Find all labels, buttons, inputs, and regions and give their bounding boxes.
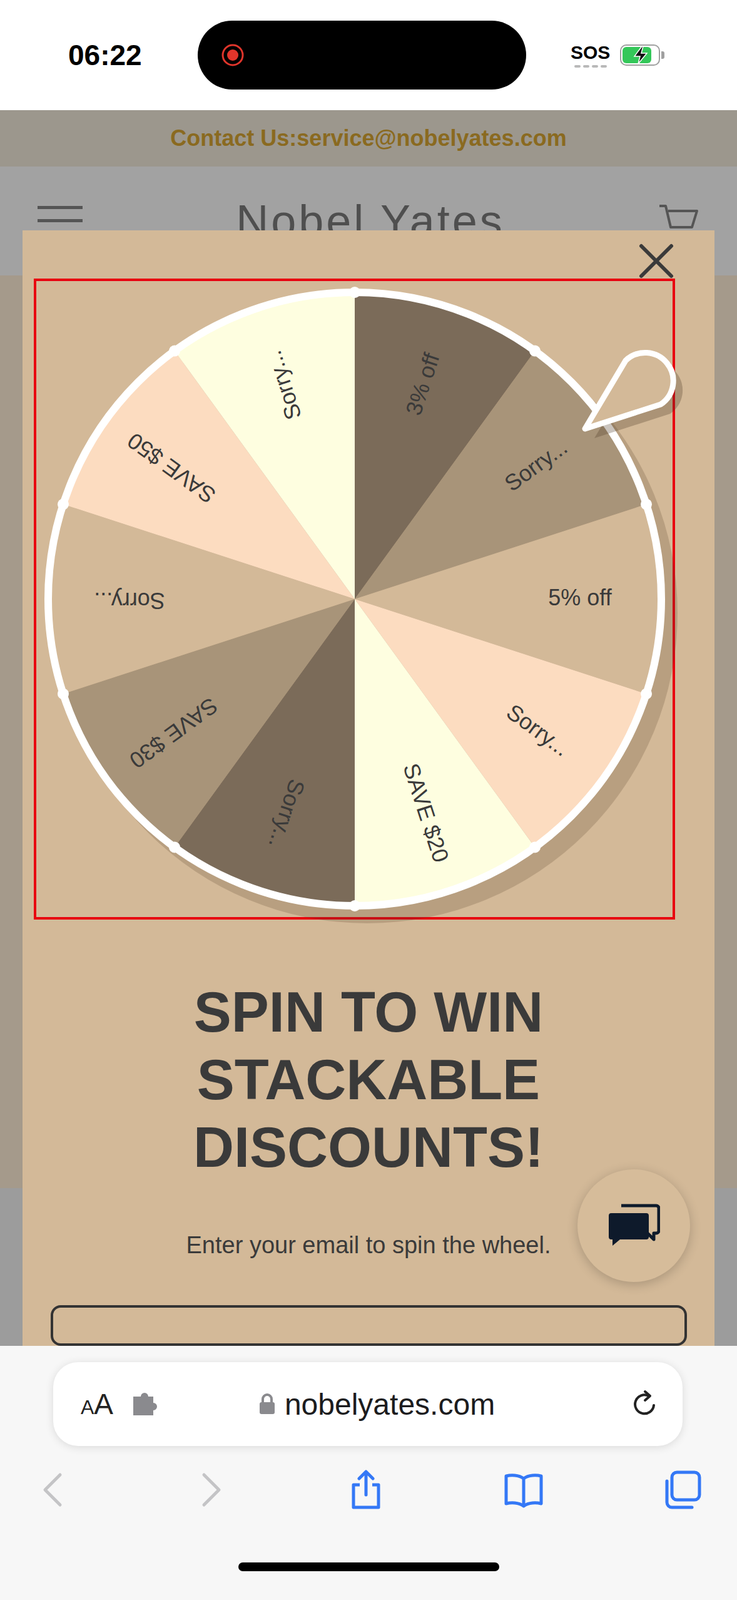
rim-dot [349,286,361,298]
rim-dot [57,687,69,699]
rim-dot [640,687,652,699]
signal-dots-icon [573,64,609,69]
segment-label: 3% off [400,349,445,418]
battery-body [620,44,661,66]
share-icon[interactable] [347,1468,385,1510]
rim-dot [529,345,541,357]
address-left: AA [80,1386,161,1421]
rim-dot [640,498,652,510]
prize-wheel[interactable]: 3% off Sorry... 5% off Sorry... SAVE $20 Sorr… [36,280,673,917]
address-bar[interactable]: AA nobelyates.com [53,1361,683,1446]
segment-label: Sorry... [260,347,307,423]
browser-toolbar: AA nobelyates.com [0,1345,737,1600]
bookmarks-icon[interactable] [503,1468,544,1510]
pointer-icon [584,352,674,429]
chat-icon [607,1202,661,1248]
email-input[interactable] [50,1304,687,1346]
popup-subtitle: Enter your email to spin the wheel. [186,1229,552,1260]
wheel-highlight-box: 3% off Sorry... 5% off Sorry... SAVE $20 Sorr… [33,278,676,920]
close-icon[interactable] [638,243,674,279]
rim-dot [168,345,181,357]
toolbar-row [0,1445,737,1533]
announcement-text[interactable]: Contact Us:service@nobelyates.com [170,125,567,152]
wheel-segment [175,294,355,599]
carrier-text: SOS [570,41,610,64]
popup-title: SPIN TO WINSTACKABLEDISCOUNTS! [193,977,544,1181]
address-center: nobelyates.com [160,1386,631,1421]
announcement-bar: Contact Us:service@nobelyates.com [0,110,737,167]
segment-label: Sorry... [93,587,165,614]
title-line: STACKABLE [197,1045,540,1114]
back-icon[interactable] [35,1468,73,1510]
segment-label: SAVE $50 [122,427,221,509]
segment-label: Sorry... [499,433,573,497]
recording-icon [220,42,246,68]
phone-screen: 06:22 SOS Contact Us:service@nobelyates.co… [0,0,737,1600]
rim-dot [349,899,361,911]
segment-label: SAVE $30 [124,691,223,773]
battery-icon [620,44,665,66]
segment-label: SAVE $20 [397,759,455,865]
segment-label: Sorry... [501,698,575,761]
close-row [22,230,715,279]
wheel-rim [48,292,662,906]
segment-slice [175,294,355,599]
segment-slice [354,598,534,903]
extension-icon[interactable] [130,1389,161,1418]
home-indicator [238,1561,500,1571]
segment-label: 5% off [548,584,612,610]
carrier: SOS [570,41,610,69]
segment-label: Sorry... [264,775,311,851]
text-size-button[interactable]: AA [80,1386,114,1421]
status-time: 06:22 [0,38,198,72]
lock-icon [258,1392,276,1415]
url-text: nobelyates.com [284,1386,495,1421]
dynamic-island [197,20,527,90]
wheel-segment [354,598,534,903]
rim-dot [57,498,69,510]
rim-dot [168,840,181,853]
rim-dot [529,840,541,853]
reload-icon[interactable] [630,1388,661,1419]
chat-button[interactable] [577,1168,691,1282]
forward-icon[interactable] [191,1468,229,1510]
status-bar: 06:22 SOS [0,0,737,111]
title-line: SPIN TO WIN [193,977,544,1046]
battery-cap [661,51,665,59]
tabs-icon[interactable] [661,1468,702,1510]
title-line: DISCOUNTS! [193,1113,544,1181]
status-right: SOS [526,41,737,69]
charging-bolt-icon [631,45,650,65]
